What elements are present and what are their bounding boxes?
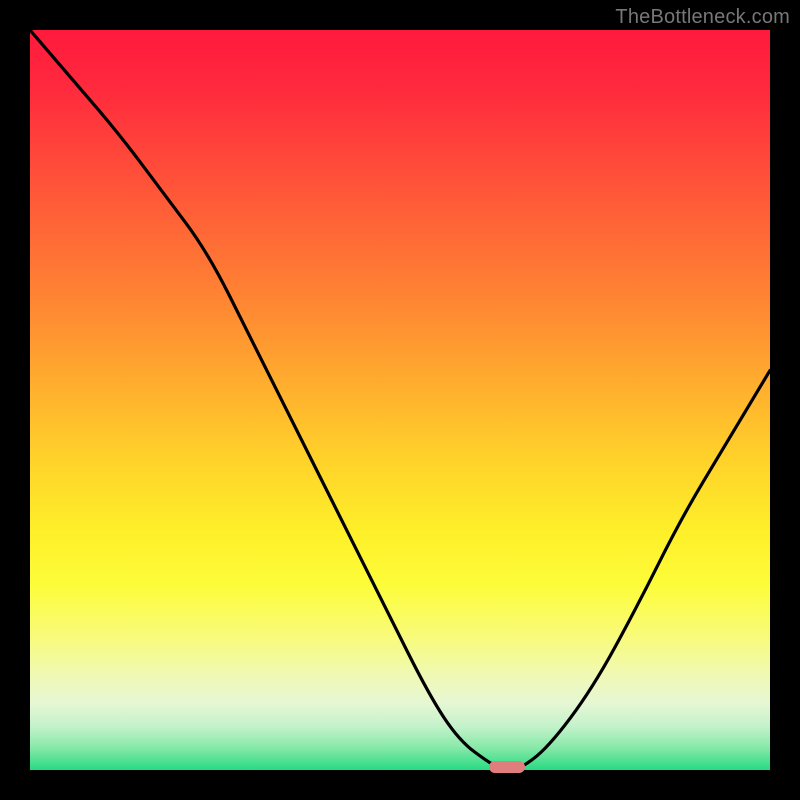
plot-area (30, 30, 770, 770)
curve-path (30, 30, 770, 770)
minimum-marker (489, 761, 525, 773)
watermark-text: TheBottleneck.com (615, 6, 790, 29)
bottleneck-curve (30, 30, 770, 770)
chart-container: TheBottleneck.com (0, 0, 800, 800)
